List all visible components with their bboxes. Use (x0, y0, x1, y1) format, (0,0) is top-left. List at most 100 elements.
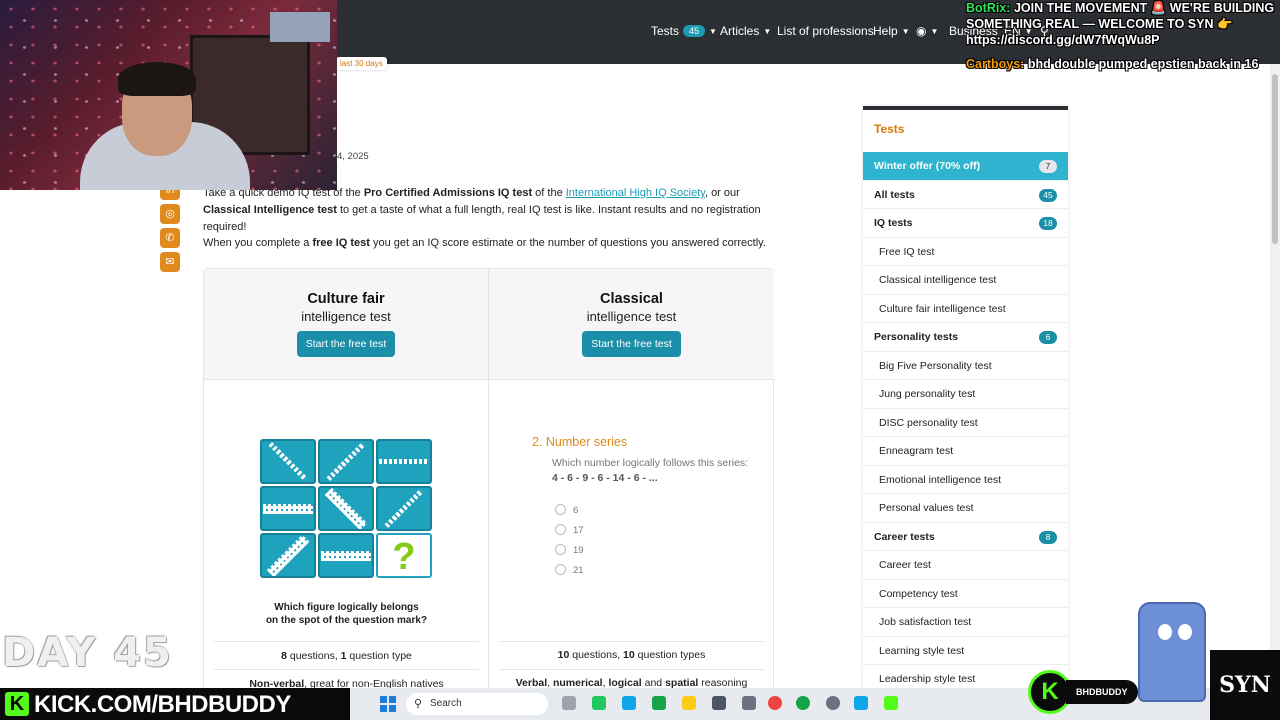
sidebar-item-competency-test[interactable]: Competency test (863, 580, 1068, 608)
xbox-icon[interactable] (796, 696, 810, 710)
chat-message: Cartboys: bhd double pumped epstien back… (966, 56, 1258, 72)
sidebar-item-classical-intelligence-test[interactable]: Classical intelligence test (863, 266, 1068, 295)
sidebar-item-emotional-intelligence-test[interactable]: Emotional intelligence test (863, 466, 1068, 494)
nav-articles-label: Articles (720, 24, 760, 38)
caption-line: Which figure logically belongs (274, 602, 419, 613)
column-header: Classical intelligence test Start the fr… (489, 269, 774, 380)
settings-icon[interactable] (712, 696, 726, 710)
email-icon[interactable]: ✉ (160, 252, 180, 272)
sidebar-item-iq-tests[interactable]: IQ tests 18 (863, 209, 1068, 238)
sidebar-item-culture-fair-intelligence-test[interactable]: Culture fair intelligence test (863, 295, 1068, 323)
taskbar-search[interactable]: ⚲ Search (406, 693, 548, 715)
puzzle-cell (260, 533, 316, 578)
radio-icon (555, 504, 566, 515)
chrome-icon[interactable] (768, 696, 782, 710)
user-icon: ◉ (916, 24, 927, 38)
answer-option[interactable]: 6 (555, 504, 578, 516)
trending-badge: last 30 days (336, 57, 387, 70)
count-text: question type (346, 650, 412, 662)
sidebar-item-career-test[interactable]: Career test (863, 551, 1068, 580)
count-value: 10 (623, 649, 635, 661)
intro-text: you get an IQ score estimate or the numb… (369, 237, 766, 249)
chevron-down-icon: ▼ (930, 27, 939, 36)
intro-bold: free IQ test (312, 237, 370, 249)
tests-sidebar: Tests Winter offer (70% off) 7 All tests… (863, 106, 1068, 720)
sidebar-item-label: Emotional intelligence test (879, 473, 1001, 486)
column-subtitle: intelligence test (301, 309, 391, 324)
answer-option[interactable]: 19 (555, 544, 584, 556)
messenger-icon[interactable]: ✆ (160, 228, 180, 248)
sidebar-item-count: 45 (1039, 188, 1057, 202)
file-explorer-icon[interactable] (682, 696, 696, 710)
nav-articles[interactable]: Articles ▼ (720, 24, 771, 38)
classical-column: Classical intelligence test Start the fr… (489, 269, 774, 720)
sidebar-item-career-tests[interactable]: Career tests 8 (863, 523, 1068, 551)
radio-icon (555, 544, 566, 555)
puzzle-cell (318, 486, 374, 531)
sample-question-title: 2. Number series (532, 435, 628, 449)
sidebar-item-personality-tests[interactable]: Personality tests 6 (863, 323, 1068, 352)
puzzle-cell (318, 533, 374, 578)
account-menu[interactable]: ◉ ▼ (916, 24, 938, 38)
task-view-icon[interactable] (562, 696, 576, 710)
sidebar-item-learning-style-test[interactable]: Learning style test (863, 637, 1068, 665)
option-label: 6 (573, 505, 579, 516)
page-scrollbar[interactable] (1270, 64, 1280, 688)
column-title: Classical (600, 291, 663, 307)
start-classical-button[interactable]: Start the free test (582, 331, 681, 357)
search-placeholder: Search (430, 698, 462, 709)
chat-text: JOIN THE MOVEMENT 🚨 WE'RE BUILDING SOMET… (966, 1, 1275, 47)
nav-tests[interactable]: Tests 45 ▼ (651, 24, 717, 38)
option-label: 21 (573, 565, 584, 576)
column-title: Culture fair (307, 291, 385, 307)
kick-app-icon[interactable] (884, 696, 898, 710)
scrollbar-thumb[interactable] (1272, 74, 1278, 244)
app-icon[interactable] (592, 696, 606, 710)
app-icon[interactable] (854, 696, 868, 710)
excel-icon[interactable] (652, 696, 666, 710)
sidebar-item-all-tests[interactable]: All tests 45 (863, 181, 1068, 209)
sidebar-item-free-iq-test[interactable]: Free IQ test (863, 238, 1068, 266)
answer-option[interactable]: 21 (555, 564, 584, 576)
start-culture-fair-button[interactable]: Start the free test (296, 331, 396, 357)
radio-icon (555, 564, 566, 575)
puzzle-caption: Which figure logically belongs on the sp… (204, 601, 489, 627)
sidebar-item-winter-offer[interactable]: Winter offer (70% off) 7 (863, 152, 1068, 181)
edge-icon[interactable] (622, 696, 636, 710)
divider (214, 669, 479, 670)
intro-bold: Classical Intelligence test (203, 204, 337, 216)
sidebar-item-jung-personality-test[interactable]: Jung personality test (863, 380, 1068, 409)
nav-professions[interactable]: List of professions (777, 24, 874, 38)
chevron-down-icon: ▼ (763, 27, 772, 36)
count-text: question types (634, 649, 706, 661)
count-text: questions, (569, 649, 624, 661)
sidebar-item-personal-values-test[interactable]: Personal values test (863, 494, 1068, 523)
sidebar-item-count: 8 (1039, 530, 1057, 544)
sidebar-item-label: Personal values test (879, 502, 974, 514)
sidebar-item-label: DISC personality test (879, 416, 978, 429)
sidebar-item-label: Job satisfaction test (879, 616, 972, 628)
intro-paragraph: Take a quick demo IQ test of the Pro Cer… (203, 185, 783, 236)
share-sidebar: in ◎ ✆ ✉ (160, 180, 184, 276)
divider (499, 641, 764, 642)
nav-help[interactable]: Help ▼ (873, 24, 910, 38)
sidebar-list: All tests 45 IQ tests 18 Free IQ test Classic… (863, 181, 1068, 694)
intro-text: of the (532, 187, 566, 199)
instagram-icon[interactable]: ◎ (160, 204, 180, 224)
sidebar-item-label: Career tests (874, 530, 935, 543)
windows-start-icon[interactable] (380, 696, 396, 712)
obs-icon[interactable] (826, 696, 840, 710)
sidebar-item-enneagram-test[interactable]: Enneagram test (863, 437, 1068, 466)
answer-option[interactable]: 17 (555, 524, 584, 536)
publish-date: 4, 2025 (337, 151, 369, 162)
kick-username-badge: K BHDBUDDY (1028, 670, 1138, 714)
mascot-figure (1128, 590, 1220, 710)
sidebar-item-big-five-personality-test[interactable]: Big Five Personality test (863, 352, 1068, 380)
sidebar-item-job-satisfaction-test[interactable]: Job satisfaction test (863, 608, 1068, 637)
intro-paragraph-2: When you complete a free IQ test you get… (203, 237, 766, 249)
intro-bold: Pro Certified Admissions IQ test (363, 187, 533, 199)
store-icon[interactable] (742, 696, 756, 710)
kick-logo-icon: K (5, 692, 29, 716)
ihiqs-link[interactable]: International High IQ Society (566, 187, 705, 199)
sidebar-item-disc-personality-test[interactable]: DISC personality test (863, 409, 1068, 437)
